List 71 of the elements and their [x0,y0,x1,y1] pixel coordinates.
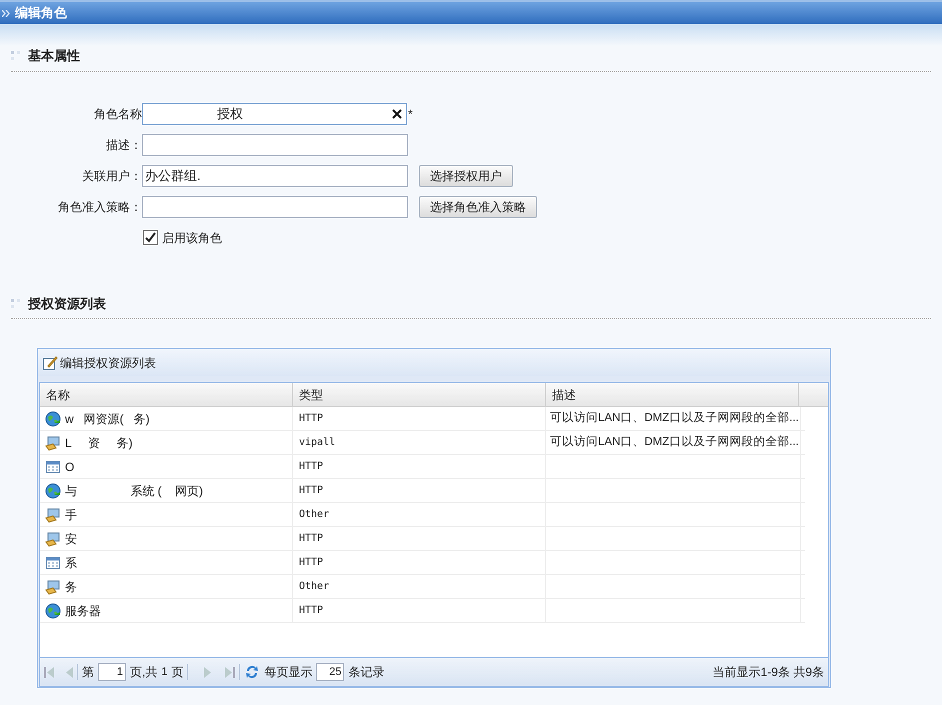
grid-icon [45,458,61,474]
text-field[interactable] [142,196,408,218]
table-cell-text: 系 [65,554,77,572]
column-header[interactable]: 名称 [40,383,293,406]
table-cell-text: w 网资源( 务) [65,410,150,428]
last-page-icon[interactable] [225,666,236,678]
checkbox-label: 启用该角色 [162,230,222,246]
table-cell: HTTP [293,455,546,478]
table-cell-text: 手 [65,506,77,524]
table-cell-text: 服务器 [65,602,101,620]
page-field[interactable]: 1 [98,663,126,681]
pager-text: 每页显示 [264,664,312,681]
column-header[interactable]: 类型 [293,383,546,406]
pager-text: 页 [171,664,184,681]
column-header[interactable]: 描述 [546,383,799,406]
window-title: 编辑角色 [15,4,67,22]
table-cell: HTTP [293,527,546,550]
field-value: 授权 [217,104,244,123]
table-cell-text: L 资 务) [65,434,133,452]
select-button[interactable]: 选择角色准入策略 [419,196,537,218]
chevrons-icon [2,10,11,16]
checkbox[interactable] [143,230,158,245]
globe-icon [45,482,61,498]
previous-page-icon[interactable] [66,666,73,678]
pager-summary: 当前显示1-9条 共9条 [712,664,824,681]
panel-title: 编辑授权资源列表 [60,354,156,372]
globe-icon [45,410,61,426]
section-title: 授权资源列表 [28,294,106,312]
select-button[interactable]: 选择授权用户 [419,164,513,186]
per-page-field[interactable]: 25 [316,663,344,681]
monitor-icon [45,530,61,546]
table-cell: Other [293,503,546,526]
table-cell-text: 与 系统 ( 网页) [65,482,204,500]
table-cell: HTTP [293,407,546,430]
first-page-icon[interactable] [44,666,54,678]
pager-text: 条记录 [348,664,384,681]
check-icon [145,232,156,243]
table-cell: HTTP [293,479,546,502]
grip-icon [11,298,20,308]
next-page-icon[interactable] [204,666,212,678]
table-cell-text: O [65,458,74,476]
text-field[interactable]: 办公群组. [142,164,408,186]
field-label: 描述： [105,136,142,154]
role-name-field[interactable]: 授权 [142,102,407,124]
field-value: 办公群组. [145,166,201,185]
text-field[interactable] [142,134,408,156]
monitor-icon [45,578,61,594]
grid-icon [45,554,61,570]
grip-icon [11,51,20,60]
clear-icon[interactable] [392,108,402,118]
table-cell: HTTP [293,551,546,574]
field-label: 角色准入策略： [57,198,142,216]
field-label: 关联用户： [81,168,142,184]
monitor-icon [45,434,61,450]
section-title: 基本属性 [28,47,80,65]
required-mark: * [408,106,413,122]
table-cell-text: 务 [65,578,77,596]
pager-text: 页,共 [130,664,158,681]
refresh-icon[interactable] [244,664,260,680]
monitor-icon [45,506,61,522]
edit-icon [42,354,58,370]
pager-text: 第 [82,664,94,681]
table-cell: vipall [293,431,546,454]
table-cell: Other [293,575,546,598]
field-label: 角色名称 [93,106,142,122]
pager-text: 1 [161,664,168,680]
table-cell: HTTP [293,599,546,622]
table-cell-text: 可以访问LAN口、DMZ口以及子网网段的全部... [550,434,799,450]
table-cell-text: 安 [65,530,77,548]
globe-icon [45,602,61,618]
table-cell-text: 可以访问LAN口、DMZ口以及子网网段的全部... [550,410,799,426]
